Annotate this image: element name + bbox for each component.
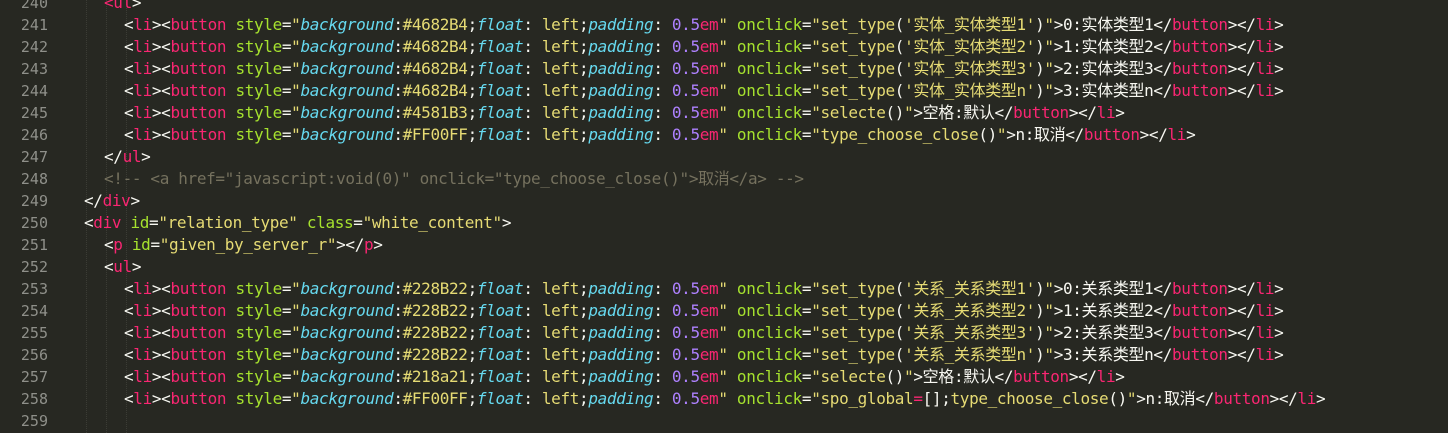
code-text: <li><button style="background:#218a21;fl…: [124, 367, 1125, 386]
code-line[interactable]: 255 <li><button style="background:#228B22…: [0, 322, 1448, 344]
code-line[interactable]: 256 <li><button style="background:#228B22…: [0, 344, 1448, 366]
line-number: 253: [20, 280, 48, 298]
line-number: 250: [20, 214, 48, 232]
code-text: <li><button style="background:#228B22;fl…: [124, 323, 1284, 342]
code-line[interactable]: 248 <!-- <a href="javascript:void(0)" onc…: [0, 168, 1448, 190]
line-number: 240: [20, 0, 48, 12]
line-number: 254: [20, 302, 48, 320]
code-text: <li><button style="background:#4682B4;fl…: [124, 59, 1284, 78]
code-line[interactable]: 257 <li><button style="background:#218a21…: [0, 366, 1448, 388]
code-line[interactable]: 246 <li><button style="background:#FF00FF…: [0, 124, 1448, 146]
code-line[interactable]: 253 <li><button style="background:#228B22…: [0, 278, 1448, 300]
code-text: <!-- <a href="javascript:void(0)" onclic…: [104, 169, 804, 188]
code-text: <li><button style="background:#FF00FF;fl…: [124, 389, 1326, 408]
line-number: 256: [20, 346, 48, 364]
code-text: <p id="given_by_server_r"></p>: [104, 235, 383, 254]
line-number: 258: [20, 390, 48, 408]
code-text: <div id="relation_type" class="white_con…: [84, 213, 512, 232]
line-number: 245: [20, 104, 48, 122]
line-number: 248: [20, 170, 48, 188]
code-line[interactable]: 243 <li><button style="background:#4682B4…: [0, 58, 1448, 80]
code-text: <li><button style="background:#228B22;fl…: [124, 345, 1284, 364]
code-line[interactable]: 258 <li><button style="background:#FF00FF…: [0, 388, 1448, 410]
code-text: </div>: [84, 191, 140, 210]
line-number: 255: [20, 324, 48, 342]
line-number: 257: [20, 368, 48, 386]
code-text: <li><button style="background:#228B22;fl…: [124, 279, 1284, 298]
code-text: <ul>: [104, 257, 142, 276]
code-line[interactable]: 251 <p id="given_by_server_r"></p>: [0, 234, 1448, 256]
line-number: 251: [20, 236, 48, 254]
line-number: 246: [20, 126, 48, 144]
line-number: 259: [20, 412, 48, 430]
code-text: <li><button style="background:#4581B3;fl…: [124, 103, 1125, 122]
line-number: 247: [20, 148, 48, 166]
line-number: 243: [20, 60, 48, 78]
code-text: <ul>: [104, 0, 142, 12]
code-line[interactable]: 259: [0, 410, 1448, 432]
code-line[interactable]: 250 <div id="relation_type" class="white_…: [0, 212, 1448, 234]
line-number: 244: [20, 82, 48, 100]
code-text: <li><button style="background:#4682B4;fl…: [124, 15, 1284, 34]
code-editor[interactable]: 240 <ul> 241 <li><button style="background:…: [0, 0, 1448, 433]
code-text: </ul>: [104, 147, 151, 166]
code-text: <li><button style="background:#4682B4;fl…: [124, 81, 1284, 100]
code-text: <li><button style="background:#FF00FF;fl…: [124, 125, 1196, 144]
line-number: 249: [20, 192, 48, 210]
code-line[interactable]: 247 </ul>: [0, 146, 1448, 168]
code-line[interactable]: 241 <li><button style="background:#4682B4…: [0, 14, 1448, 36]
code-line[interactable]: 244 <li><button style="background:#4682B4…: [0, 80, 1448, 102]
code-line[interactable]: 245 <li><button style="background:#4581B3…: [0, 102, 1448, 124]
code-line[interactable]: 242 <li><button style="background:#4682B4…: [0, 36, 1448, 58]
line-number: 241: [20, 16, 48, 34]
code-line[interactable]: 252 <ul>: [0, 256, 1448, 278]
code-line[interactable]: 254 <li><button style="background:#228B22…: [0, 300, 1448, 322]
line-number: 252: [20, 258, 48, 276]
code-text: <li><button style="background:#228B22;fl…: [124, 301, 1284, 320]
code-line[interactable]: 249 </div>: [0, 190, 1448, 212]
code-line[interactable]: 240 <ul>: [0, 0, 1448, 14]
code-text: <li><button style="background:#4682B4;fl…: [124, 37, 1284, 56]
line-number: 242: [20, 38, 48, 56]
